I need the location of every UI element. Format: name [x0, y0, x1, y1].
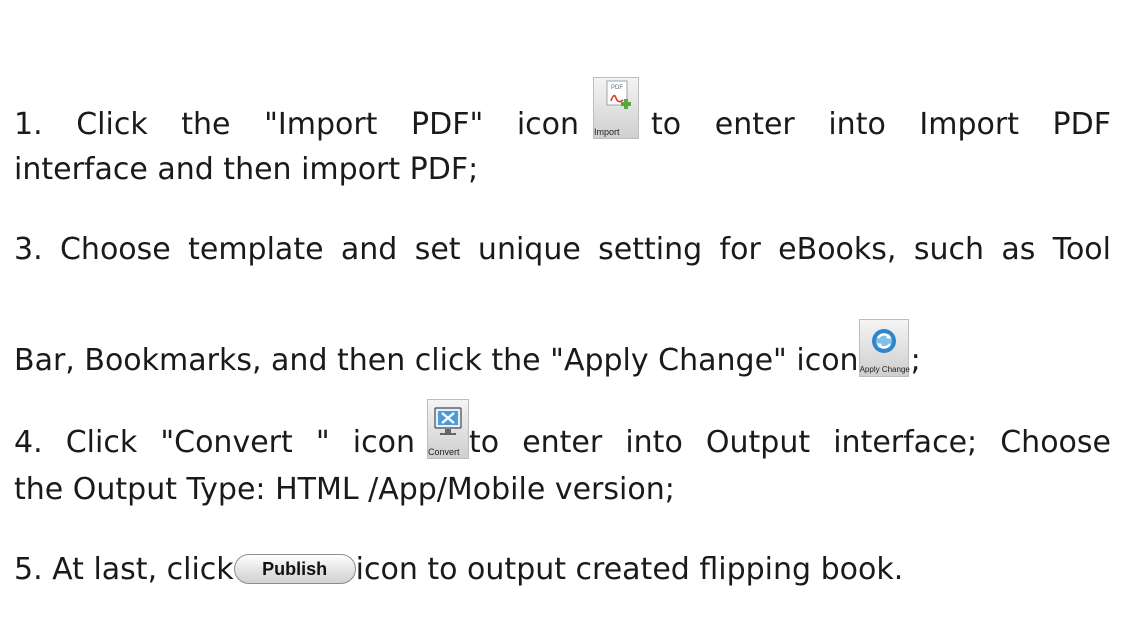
apply-change-icon[interactable]: Apply Change	[858, 319, 910, 377]
import-icon-label: Import	[594, 127, 620, 137]
step-5-text: 5. At last, click	[14, 552, 234, 587]
step-4-line-1: 4. Click "Convert " icon Convert to ente…	[14, 392, 1111, 461]
convert-icon[interactable]: Convert	[426, 399, 469, 459]
step-4-continuation: to enter into Output interface; Choose	[468, 425, 1111, 460]
convert-icon-label: Convert	[427, 447, 460, 457]
refresh-icon	[871, 329, 896, 353]
pdf-document-icon: PDF	[606, 80, 632, 109]
step-4-line-2: the Output Type: HTML /App/Mobile versio…	[14, 472, 675, 507]
step-5-continuation: icon to output created flipping book.	[355, 552, 904, 587]
step-1-text: 1. Click the "Import PDF" icon	[14, 107, 580, 142]
step-1-continuation: to enter into Import PDF	[651, 107, 1111, 142]
svg-text:PDF: PDF	[611, 85, 623, 91]
step-5-line: 5. At last, click Publish icon to output c…	[14, 552, 903, 588]
step-3-text: Bar, Bookmarks, and then click the "Appl…	[14, 343, 859, 378]
step-1-line-1: 1. Click the "Import PDF" icon PDF Impor…	[14, 72, 1111, 143]
step-3-semicolon: ;	[910, 343, 921, 378]
step-3-line-1: 3. Choose template and set unique settin…	[14, 232, 1111, 267]
step-1-line-2: interface and then import PDF;	[14, 152, 479, 187]
publish-button[interactable]: Publish	[233, 553, 356, 584]
monitor-tools-icon	[434, 407, 462, 435]
import-pdf-icon[interactable]: PDF Import	[593, 77, 640, 139]
apply-change-icon-label: Apply Change	[859, 365, 910, 374]
step-4-text: 4. Click "Convert " icon	[14, 425, 415, 460]
step-3-line-2: Bar, Bookmarks, and then click the "Appl…	[14, 312, 921, 379]
